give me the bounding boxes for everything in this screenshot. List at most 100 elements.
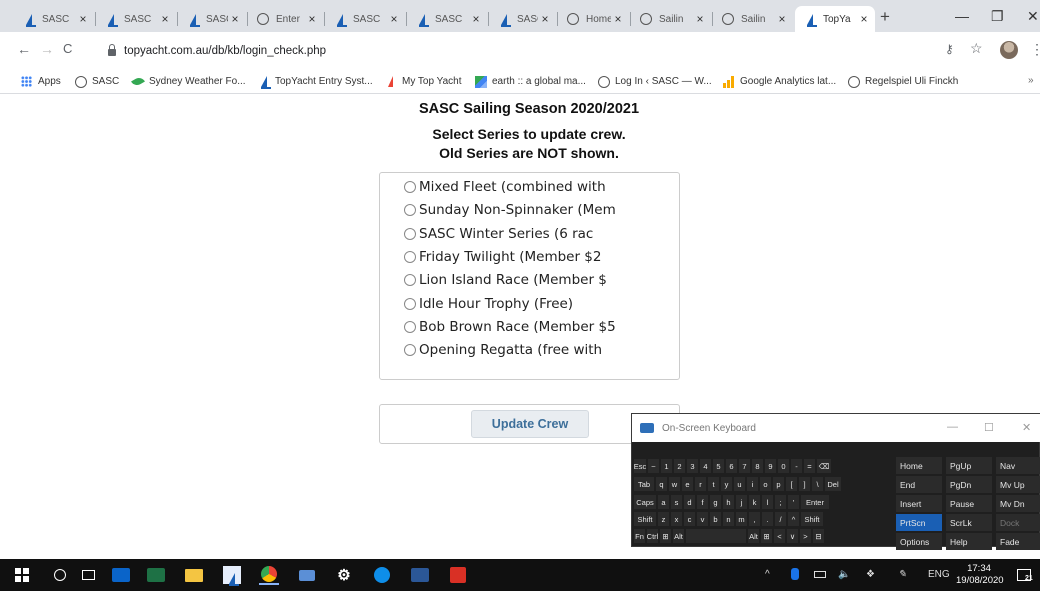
- keyboard-key[interactable]: v: [697, 512, 708, 526]
- keyboard-key[interactable]: Alt: [673, 529, 684, 543]
- keyboard-key[interactable]: Ctrl: [647, 529, 658, 543]
- settings-gear-icon[interactable]: ⚙: [334, 565, 354, 585]
- tab-close-icon[interactable]: ×: [158, 12, 172, 26]
- bookmark-item[interactable]: Log In ‹ SASC — W...: [597, 75, 712, 88]
- osk-close-button[interactable]: ✕: [1022, 421, 1031, 434]
- keyboard-key[interactable]: ⊟: [813, 529, 824, 543]
- keyboard-key[interactable]: .: [762, 512, 773, 526]
- browser-tab[interactable]: SASC×: [178, 6, 246, 32]
- series-option[interactable]: Sunday Non-Spinnaker (Mem: [404, 202, 674, 218]
- browser-tab[interactable]: SASC×: [96, 6, 176, 32]
- radio-button[interactable]: [404, 297, 416, 310]
- keyboard-key[interactable]: ;: [775, 495, 786, 509]
- radio-button[interactable]: [404, 274, 416, 287]
- dropbox-icon[interactable]: ❖: [866, 569, 875, 580]
- teamviewer-icon[interactable]: [372, 565, 392, 585]
- keyboard-nav-key[interactable]: Dock: [996, 514, 1040, 531]
- keyboard-key[interactable]: Alt: [748, 529, 759, 543]
- minimize-button[interactable]: —: [955, 8, 969, 24]
- bookmarks-overflow-button[interactable]: »: [1028, 75, 1034, 86]
- radio-button[interactable]: [404, 320, 416, 333]
- address-bar[interactable]: topyacht.com.au/db/kb/login_check.php: [108, 40, 988, 62]
- forward-button[interactable]: →: [40, 41, 54, 57]
- keyboard-key[interactable]: w: [669, 477, 680, 491]
- keyboard-key[interactable]: ∨: [787, 529, 798, 543]
- keyboard-key[interactable]: a: [658, 495, 669, 509]
- browser-tab[interactable]: Home ×: [558, 6, 629, 32]
- bookmark-item[interactable]: My Top Yacht: [384, 75, 461, 88]
- language-indicator[interactable]: ENG: [928, 569, 950, 580]
- tab-close-icon[interactable]: ×: [76, 12, 90, 26]
- keyboard-nav-key[interactable]: Home: [896, 457, 942, 474]
- keyboard-key[interactable]: y: [721, 477, 732, 491]
- back-button[interactable]: ←: [17, 41, 31, 57]
- bluetooth-icon[interactable]: [791, 568, 799, 580]
- tab-close-icon[interactable]: ×: [775, 12, 789, 26]
- keyboard-app-icon[interactable]: [297, 565, 317, 585]
- tab-close-icon[interactable]: ×: [305, 12, 319, 26]
- keyboard-key[interactable]: 6: [726, 459, 737, 473]
- tab-close-icon[interactable]: ×: [693, 12, 707, 26]
- pen-icon[interactable]: ✎: [898, 569, 906, 580]
- keyboard-nav-key[interactable]: Insert: [896, 495, 942, 512]
- task-view-icon[interactable]: [78, 565, 98, 585]
- browser-tab[interactable]: SASC×: [325, 6, 405, 32]
- profile-avatar[interactable]: [1000, 41, 1018, 59]
- excel-icon[interactable]: [146, 565, 166, 585]
- keyboard-key[interactable]: h: [723, 495, 734, 509]
- radio-button[interactable]: [404, 344, 416, 357]
- close-window-button[interactable]: ✕: [1027, 8, 1039, 25]
- keyboard-key[interactable]: 8: [752, 459, 763, 473]
- keyboard-nav-key[interactable]: End: [896, 476, 942, 493]
- radio-button[interactable]: [404, 204, 416, 217]
- keyboard-key[interactable]: n: [723, 512, 734, 526]
- keyboard-key[interactable]: -: [791, 459, 802, 473]
- keyboard-key[interactable]: l: [762, 495, 773, 509]
- browser-tab[interactable]: Enter ×: [248, 6, 323, 32]
- keyboard-key[interactable]: /: [775, 512, 786, 526]
- keyboard-key[interactable]: >: [800, 529, 811, 543]
- keyboard-key[interactable]: m: [736, 512, 747, 526]
- keyboard-nav-key[interactable]: Pause: [946, 495, 992, 512]
- keyboard-key[interactable]: <: [774, 529, 785, 543]
- keyboard-key[interactable]: o: [760, 477, 771, 491]
- search-icon[interactable]: [50, 565, 70, 585]
- new-tab-button[interactable]: +: [880, 7, 890, 27]
- keyboard-key[interactable]: u: [734, 477, 745, 491]
- keyboard-key[interactable]: s: [671, 495, 682, 509]
- bookmark-item[interactable]: SASC: [74, 75, 119, 88]
- keyboard-key[interactable]: q: [656, 477, 667, 491]
- tab-close-icon[interactable]: ×: [469, 12, 483, 26]
- topyacht-sail-icon[interactable]: [222, 565, 242, 586]
- keyboard-key[interactable]: Shift: [634, 512, 656, 526]
- volume-icon[interactable]: 🔈: [838, 569, 850, 580]
- keyboard-key[interactable]: 1: [661, 459, 672, 473]
- keyboard-key[interactable]: Shift: [801, 512, 823, 526]
- tab-close-icon[interactable]: ×: [611, 12, 625, 26]
- reload-button[interactable]: C: [63, 41, 72, 56]
- outlook-icon[interactable]: [111, 565, 131, 585]
- keyboard-nav-key[interactable]: Mv Up: [996, 476, 1040, 493]
- keyboard-key[interactable]: d: [684, 495, 695, 509]
- keyboard-key[interactable]: ^: [788, 512, 799, 526]
- browser-tab[interactable]: SASC×: [14, 6, 94, 32]
- word-icon[interactable]: [410, 565, 430, 585]
- keyboard-key[interactable]: ~: [648, 459, 659, 473]
- keyboard-nav-key[interactable]: ScrLk: [946, 514, 992, 531]
- keyboard-key[interactable]: Fn: [634, 529, 645, 543]
- keyboard-nav-key[interactable]: Help: [946, 533, 992, 550]
- radio-button[interactable]: [404, 227, 416, 240]
- keyboard-nav-key[interactable]: PrtScn: [896, 514, 942, 531]
- bookmark-item[interactable]: earth :: a global ma...: [474, 75, 586, 88]
- keyboard-key[interactable]: z: [658, 512, 669, 526]
- keyboard-key[interactable]: k: [749, 495, 760, 509]
- keyboard-key[interactable]: =: [804, 459, 815, 473]
- update-crew-button[interactable]: Update Crew: [471, 410, 589, 438]
- browser-tab[interactable]: Sailin ×: [713, 6, 793, 32]
- osk-maximize-button[interactable]: ☐: [984, 421, 994, 434]
- series-option[interactable]: Lion Island Race (Member $: [404, 272, 674, 288]
- browser-tab[interactable]: TopYa ×: [795, 6, 875, 32]
- keyboard-key[interactable]: i: [747, 477, 758, 491]
- series-option[interactable]: Friday Twilight (Member $2: [404, 249, 674, 265]
- keyboard-key[interactable]: ⌫: [817, 459, 831, 473]
